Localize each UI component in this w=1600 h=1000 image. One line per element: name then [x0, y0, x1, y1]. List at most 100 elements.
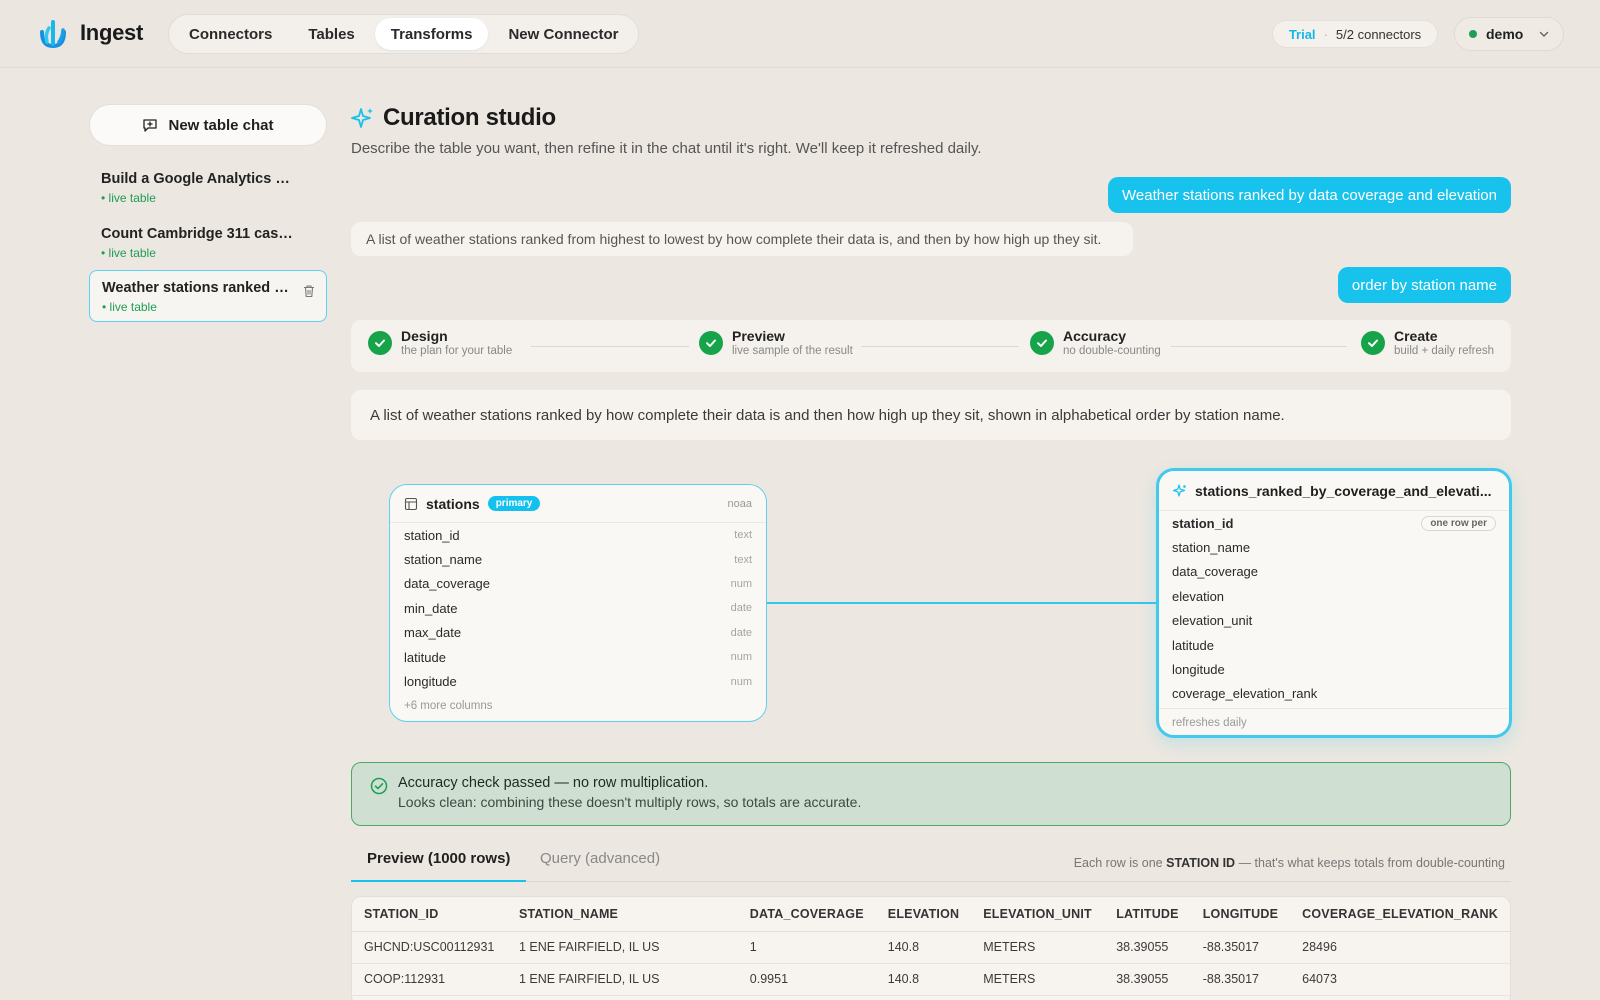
table-cell: 64073: [1290, 963, 1510, 996]
grain-badge: one row per: [1421, 515, 1496, 531]
sidebar-item-google-analytics[interactable]: Build a Google Analytics T... • live tab…: [89, 162, 327, 214]
table-cell: -88.35017: [1190, 963, 1291, 996]
user-name: demo: [1486, 26, 1524, 42]
table-cell: 1 ENE FAIRFIELD, IL US: [506, 931, 738, 964]
new-table-chat-button[interactable]: New table chat: [89, 104, 327, 146]
page-title: Curation studio: [383, 104, 556, 131]
step-preview[interactable]: Preview live sample of the result: [699, 328, 853, 357]
column-header[interactable]: LATITUDE: [1104, 897, 1191, 932]
column-header[interactable]: DATA_COVERAGE: [737, 897, 876, 932]
table-cell: [875, 995, 972, 1000]
main-nav: Connectors Tables Transforms New Connect…: [168, 14, 640, 54]
column-name: longitude: [1172, 662, 1225, 678]
table-row[interactable]: GHCND:USC00112931 1 ENE FAIRFIELD, IL US…: [352, 931, 1510, 964]
nav-tables[interactable]: Tables: [292, 18, 370, 50]
column-row: max_date date: [390, 621, 766, 645]
page-subtitle: Describe the table you want, then refine…: [351, 140, 982, 157]
sparkle-icon: [351, 108, 373, 128]
column-name: max_date: [404, 625, 462, 641]
column-type: text: [734, 553, 752, 566]
step-create[interactable]: Create build + daily refresh: [1361, 328, 1494, 357]
page-header: Curation studio: [351, 104, 556, 132]
column-name: latitude: [404, 649, 446, 665]
table-cell: 1 ENE FAIRFIELD, IL US: [506, 963, 738, 996]
chat-user-message: order by station name: [1337, 267, 1511, 303]
step-subtitle: live sample of the result: [732, 345, 853, 357]
check-icon: [1030, 330, 1054, 355]
column-name: station_id: [1172, 515, 1234, 531]
column-row: station_name text: [390, 547, 766, 571]
column-row: station_id one row per: [1159, 511, 1509, 535]
ingest-logo-icon: [40, 20, 66, 49]
new-chat-label: New table chat: [168, 116, 274, 134]
result-tabs: Preview (1000 rows) Query (advanced) Eac…: [351, 842, 1511, 882]
step-accuracy[interactable]: Accuracy no double-counting: [1030, 328, 1161, 357]
trash-icon[interactable]: [302, 284, 316, 298]
column-name: longitude: [404, 674, 457, 690]
plan-usage-pill[interactable]: Trial · 5/2 connectors: [1272, 20, 1438, 48]
output-table-card[interactable]: stations_ranked_by_coverage_and_elevati.…: [1156, 468, 1512, 738]
column-header[interactable]: COVERAGE_ELEVATION_RANK: [1290, 897, 1510, 932]
accuracy-detail: Looks clean: combining these doesn't mul…: [398, 794, 862, 810]
output-table-name: stations_ranked_by_coverage_and_elevati.…: [1195, 482, 1492, 499]
column-header[interactable]: ELEVATION_UNIT: [971, 897, 1105, 932]
user-menu[interactable]: demo: [1454, 17, 1564, 51]
table-icon: [404, 497, 418, 510]
column-name: elevation: [1172, 588, 1225, 604]
column-header[interactable]: STATION_ID: [352, 897, 507, 932]
top-bar: Ingest Connectors Tables Transforms New …: [0, 0, 1600, 68]
source-table-card[interactable]: stations primary noaa station_id text sta…: [389, 484, 767, 722]
sidebar-item-weather-stations[interactable]: Weather stations ranked b... • live tabl…: [89, 270, 327, 322]
column-header[interactable]: STATION_NAME: [506, 897, 738, 932]
step-connector: [861, 346, 1019, 347]
column-row: min_date date: [390, 596, 766, 620]
table-row[interactable]: COOP:112931 1 ENE FAIRFIELD, IL US 0.995…: [352, 963, 1510, 996]
column-type: date: [730, 626, 752, 639]
more-columns-link[interactable]: +6 more columns: [390, 694, 766, 718]
nav-new-connector[interactable]: New Connector: [492, 18, 634, 50]
tab-preview[interactable]: Preview (1000 rows): [351, 850, 527, 882]
sidebar-item-title: Count Cambridge 311 case...: [101, 226, 293, 242]
sidebar-item-cambridge-311[interactable]: Count Cambridge 311 case... • live table: [89, 217, 327, 269]
column-name: elevation_unit: [1172, 613, 1253, 629]
table-cell: 28496: [1290, 931, 1510, 964]
column-row: station_id text: [390, 523, 766, 547]
grain-note: Each row is one STATION ID — that's what…: [1074, 856, 1505, 870]
table-row[interactable]: [352, 995, 1510, 1000]
separator: ·: [1323, 26, 1328, 42]
check-icon: [368, 330, 392, 355]
tab-query[interactable]: Query (advanced): [524, 850, 676, 882]
column-name: station_name: [1172, 540, 1251, 556]
step-title: Preview: [732, 328, 785, 344]
logo[interactable]: Ingest: [36, 16, 143, 50]
table-cell: 0.9951: [737, 963, 876, 996]
sidebar-item-status: • live table: [101, 246, 156, 260]
column-row: longitude: [1159, 657, 1509, 681]
table-cell: 140.8: [875, 963, 972, 996]
column-row: longitude num: [390, 669, 766, 693]
table-header-row: STATION_ID STATION_NAME DATA_COVERAGE EL…: [352, 897, 1510, 932]
table-cell: [1290, 995, 1510, 1000]
grain-note-prefix: Each row is one: [1073, 856, 1167, 870]
chevron-down-icon: [1539, 31, 1549, 37]
column-header[interactable]: LONGITUDE: [1190, 897, 1291, 932]
sidebar-item-status: • live table: [101, 191, 156, 205]
step-connector: [531, 346, 689, 347]
chat-user-message: Weather stations ranked by data coverage…: [1108, 177, 1511, 213]
source-tag: noaa: [727, 497, 752, 510]
table-cell: METERS: [971, 963, 1105, 996]
progress-steps: Design the plan for your table Preview liv…: [351, 320, 1511, 372]
join-line: [766, 602, 1158, 604]
output-table-header: stations_ranked_by_coverage_and_elevati.…: [1159, 471, 1509, 511]
step-design[interactable]: Design the plan for your table: [368, 328, 512, 357]
column-name: data_coverage: [404, 576, 491, 592]
source-table-header: stations primary noaa: [390, 485, 766, 523]
column-header[interactable]: ELEVATION: [875, 897, 972, 932]
table-cell: 38.39055: [1104, 963, 1191, 996]
table-cell: METERS: [971, 931, 1105, 964]
nav-transforms[interactable]: Transforms: [374, 18, 489, 50]
accuracy-title: Accuracy check passed — no row multiplic…: [398, 775, 709, 791]
table-cell: [1190, 995, 1291, 1000]
nav-connectors[interactable]: Connectors: [173, 18, 288, 50]
column-name: station_id: [404, 527, 460, 543]
